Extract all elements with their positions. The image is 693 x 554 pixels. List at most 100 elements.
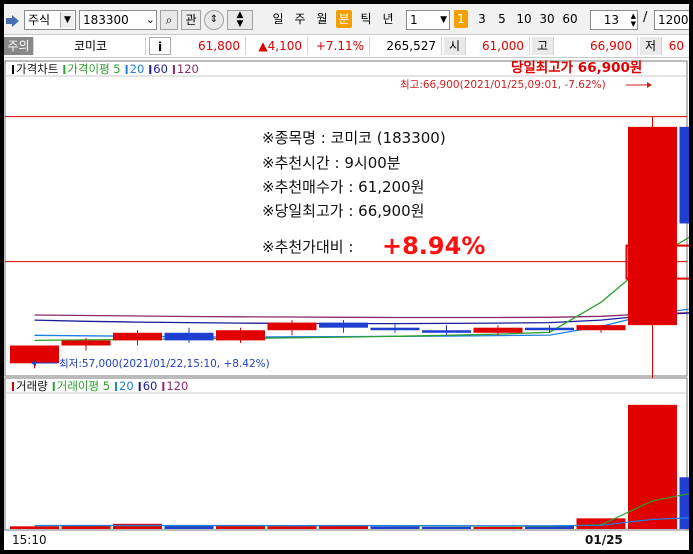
candle-body [61,340,111,346]
minute-10[interactable]: 10 [514,9,534,29]
search-button[interactable]: 관 [181,10,201,30]
legend-label: 120 [166,379,188,393]
volume-bar [164,525,214,529]
open-label: 시 [444,37,466,55]
candle-body [113,332,162,341]
volume-value: 265,527 [370,37,442,55]
minute-60[interactable]: 60 [560,9,580,29]
annotation-result-label: ※추천가대비 : [262,238,353,256]
interval-select[interactable]: 1 ▼ [406,10,450,30]
legend-swatch [12,65,14,74]
interval-select-value: 1 [410,13,418,27]
legend-swatch [125,65,128,74]
candle-body [576,325,626,331]
legend-label: 가격이평 5 [67,62,120,76]
total-value: 1200 [658,13,689,27]
stepper-icon[interactable]: ▲ ▼ [227,10,253,30]
period-day[interactable]: 일 [270,9,286,29]
annotation-result-value: +8.94% [382,232,485,260]
candle-body [10,345,59,364]
search-icon[interactable]: ⌕ [160,10,178,30]
legend-label: 20 [119,379,134,393]
candle-body [267,322,317,331]
info-button[interactable]: i [149,37,171,55]
period-tick[interactable]: 틱 [358,9,374,29]
volume-panel [4,377,688,531]
total-input[interactable]: 1200 [654,10,689,30]
period-week[interactable]: 주 [292,9,308,29]
chevron-down-icon: ⌄ [145,13,155,26]
count-stepper[interactable]: 13 ▲ ▼ [590,10,638,30]
go-icon[interactable] [6,12,20,27]
annotation-line: ※종목명 : 코미코 (183300) [262,129,446,147]
market-select[interactable]: 주식 ▼ [24,10,76,30]
annotation-line: ※추천시간 : 9시00분 [262,154,401,172]
chart-window: 주식 ▼ 183300 ⌄ ⌕ 관 ⇕ ▲ ▼ 일 주 월 분 틱 년 1 ▼ 1… [4,4,689,550]
separator: / [643,10,648,25]
code-input[interactable]: 183300 ⌄ [79,10,157,30]
high-label: 고 [532,37,554,55]
legend-swatch [162,382,165,391]
volume-bar [61,525,111,529]
toolbar: 주식 ▼ 183300 ⌄ ⌕ 관 ⇕ ▲ ▼ 일 주 월 분 틱 년 1 ▼ 1… [4,4,689,35]
period-month[interactable]: 월 [314,9,330,29]
legend-label: 120 [177,62,199,76]
candle-body [473,327,523,333]
legend-swatch [63,65,66,74]
market-select-value: 주식 [28,13,51,27]
current-price: 61,800 [174,37,246,55]
candle-body [679,126,689,224]
stepper-icon: ▲ ▼ [630,12,636,28]
legend-label: 20 [130,62,145,76]
annotation-line: ※추천매수가 : 61,200원 [262,178,424,196]
high-note: 당일최고가 66,900원 [511,59,642,76]
legend-label: 60 [153,62,168,76]
legend-label: 가격차트 [16,62,58,76]
legend-swatch [172,65,175,74]
period-year[interactable]: 년 [380,9,396,29]
legend-label: 60 [143,379,158,393]
code-input-value: 183300 [83,13,129,27]
candle-body [422,330,471,333]
candle-body [164,332,214,341]
volume-bar [10,526,59,529]
chevron-down-icon: ▼ [60,12,74,28]
volume-bar [422,526,471,529]
chevron-down-icon: ▼ [440,15,447,25]
stock-name: 코미코 [36,37,146,55]
candle-body [319,322,368,328]
legend-swatch [149,65,152,74]
volume-bar [267,526,317,529]
x-tick-label: 01/25 [585,533,623,547]
candle-body [216,330,265,341]
volume-bar [679,477,689,529]
change-rate: +7.11% [308,37,370,55]
quote-bar: 주의 코미코 i 61,800 ▲4,100 +7.11% 265,527 시 … [4,35,689,58]
volume-bar [216,526,265,529]
chart-area: 가격차트 가격이평 5 20 60 120 거래량 거래이평 5 20 60 120 당일최고가… [4,59,689,547]
minute-3[interactable]: 3 [474,9,490,29]
volume-bar [628,404,677,529]
volume-bar [473,526,523,529]
low-label: 최저:57,000(2021/01/22,15:10, +8.42%) [59,358,270,370]
candle-body [370,327,420,331]
high-value: 66,900 [554,37,638,55]
volume-bar [370,526,420,529]
minute-5[interactable]: 5 [494,9,510,29]
minute-30[interactable]: 30 [537,9,557,29]
legend-swatch [115,382,118,391]
volume-bar [113,523,162,529]
candle-body [525,327,574,331]
sort-icon[interactable]: ⇕ [204,10,224,30]
low-value: 60 [668,39,684,53]
count-value: 13 [603,13,619,27]
low-label: 저 [640,37,662,55]
legend-label: 거래량 [16,379,48,393]
legend-swatch [52,382,55,391]
high-label: 최고:66,900(2021/01/25,09:01, -7.62%) [400,79,606,91]
legend-label: 거래이평 5 [57,379,110,393]
warning-tag: 주의 [4,37,34,55]
annotation-line: ※당일최고가 : 66,900원 [262,202,424,220]
period-minute[interactable]: 분 [336,10,352,28]
minute-1[interactable]: 1 [454,10,468,28]
